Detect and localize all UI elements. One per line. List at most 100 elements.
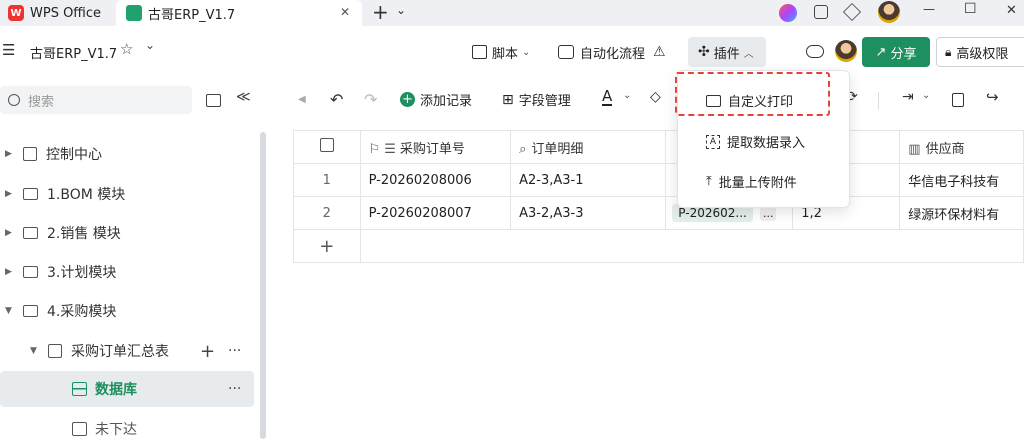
title-bar: W WPS Office 古哥ERP_V1.7 ✕ + ⌄ — ☐ ✕ xyxy=(0,0,1024,26)
cube-icon[interactable] xyxy=(842,2,862,22)
avatar[interactable] xyxy=(878,1,900,23)
field-manage-label: 字段管理 xyxy=(518,94,571,109)
maximize-button[interactable]: ☐ xyxy=(964,1,977,17)
collapse-arrow-icon[interactable]: ▼ xyxy=(30,346,40,356)
collapse-arrow-icon[interactable]: ▼ xyxy=(5,306,15,316)
expand-arrow-icon[interactable]: ▶ xyxy=(5,149,15,159)
list-icon: ☰ xyxy=(384,141,396,157)
cell-supplier[interactable]: 华信电子科技有 xyxy=(899,163,1024,197)
sidebar-item-purchase[interactable]: ▼ 4.采购模块 xyxy=(0,293,260,329)
add-record-button[interactable]: + 添加记录 xyxy=(400,90,472,109)
warning-icon: ⚠ xyxy=(653,44,666,60)
cell-supplier[interactable]: 绿源环保材料有 xyxy=(899,196,1024,230)
redo-icon[interactable]: ↷ xyxy=(364,90,377,109)
chevron-down-icon[interactable]: ⌄ xyxy=(922,90,930,101)
folder-icon xyxy=(23,227,38,239)
add-record-label: 添加记录 xyxy=(420,94,473,109)
grid-table-icon xyxy=(72,422,87,436)
permission-label: 高级权限 xyxy=(956,46,1009,62)
select-all-cell[interactable] xyxy=(293,130,361,164)
puzzle-icon: ✣ xyxy=(698,44,710,60)
expand-arrow-icon[interactable]: ▶ xyxy=(5,228,15,238)
doc-title[interactable]: 古哥ERP_V1.7 xyxy=(30,43,117,62)
close-window-button[interactable]: ✕ xyxy=(1006,3,1017,18)
forward-icon[interactable]: ↪ xyxy=(986,88,999,106)
tab-wps-office[interactable]: W WPS Office xyxy=(0,0,112,26)
fill-color-icon[interactable]: ◇ xyxy=(650,89,661,105)
more-icon[interactable]: ··· xyxy=(228,343,241,359)
cell-detail[interactable]: A2-3,A3-1 xyxy=(510,163,667,197)
add-row-area[interactable] xyxy=(359,229,1024,263)
sidebar-item-control-center[interactable]: ▶ 控制中心 xyxy=(0,136,260,172)
column-header-order-no[interactable]: ⚐ ☰ 采购订单号 xyxy=(359,130,512,164)
menu-item-label: 自定义打印 xyxy=(728,95,794,110)
add-row-button[interactable]: + xyxy=(293,229,361,263)
expand-arrow-icon[interactable]: ▶ xyxy=(5,267,15,277)
add-row[interactable]: + xyxy=(293,229,1024,263)
chevron-down-icon[interactable]: ⌄ xyxy=(623,90,631,101)
column-header-detail[interactable]: ⌕ 订单明细 xyxy=(510,130,667,164)
row-number: 1 xyxy=(293,163,361,197)
script-button[interactable]: 脚本 ⌄ xyxy=(472,38,530,66)
tab-list-chevron-icon[interactable]: ⌄ xyxy=(396,0,406,20)
table-doc-icon xyxy=(48,344,62,358)
view-toolbar: ◀ ↶ ↷ + 添加记录 ⊞ 字段管理 A ⌄ ◇ ⟳ ⇥ ⌄ ↪ xyxy=(280,84,1024,120)
cell-order-no[interactable]: P-20260208007 xyxy=(359,196,512,230)
close-tab-icon[interactable]: ✕ xyxy=(340,5,350,19)
column-header-supplier[interactable]: ▥ 供应商 xyxy=(899,130,1024,164)
share-button[interactable]: ↗ 分享 xyxy=(862,37,930,67)
cloud-icon[interactable] xyxy=(806,45,824,58)
field-manage-button[interactable]: ⊞ 字段管理 xyxy=(502,90,571,110)
wps-logo-icon: W xyxy=(8,5,24,21)
new-tab-button[interactable]: + xyxy=(372,0,389,24)
menu-icon[interactable]: ☰ xyxy=(2,41,15,59)
search-input[interactable]: 搜索 xyxy=(28,91,54,110)
script-icon xyxy=(472,45,487,59)
plugin-dropdown: 自定义打印 A 提取数据录入 ⤒ 批量上传附件 xyxy=(675,70,850,208)
export-icon[interactable]: ⇥ xyxy=(902,89,914,105)
menu-item-custom-print[interactable]: 自定义打印 xyxy=(706,91,793,110)
clipboard-icon[interactable] xyxy=(952,93,964,107)
advanced-permission-button[interactable]: 🔒︎ 高级权限 xyxy=(936,37,1024,67)
window-tile-icon[interactable] xyxy=(814,5,828,19)
search-icon xyxy=(8,94,20,106)
table-row[interactable]: 1 P-20260208006 A2-3,A3-1 2 华信电子科技有 xyxy=(293,163,1024,197)
doc-menu-chevron-icon[interactable]: ⌄ xyxy=(145,38,155,52)
menu-item-extract-data[interactable]: A 提取数据录入 xyxy=(706,132,805,151)
text-color-icon[interactable]: A xyxy=(602,89,613,106)
sidebar-item-planning[interactable]: ▶ 3.计划模块 xyxy=(0,254,260,290)
add-icon[interactable]: + xyxy=(200,341,215,362)
detail-icon: ⌕ xyxy=(519,141,527,157)
script-label: 脚本 xyxy=(492,46,519,62)
search-box[interactable]: 搜索 xyxy=(0,86,192,114)
collapse-sidebar-icon[interactable]: ≪ xyxy=(236,89,251,105)
sidebar-item-sales[interactable]: ▶ 2.销售 模块 xyxy=(0,215,260,251)
cell-detail[interactable]: A3-2,A3-3 xyxy=(510,196,667,230)
sidebar-panel-icon[interactable] xyxy=(206,94,221,107)
more-icon[interactable]: ··· xyxy=(228,381,241,397)
sidebar-item-not-issued[interactable]: 未下达 xyxy=(0,411,260,447)
sidebar-item-label: 未下达 xyxy=(95,422,137,438)
sidebar-item-database[interactable]: 数据库 ··· xyxy=(0,371,254,407)
copilot-icon[interactable] xyxy=(779,4,797,22)
menu-item-label: 提取数据录入 xyxy=(727,136,806,151)
automation-button[interactable]: 自动化流程 ⚠ xyxy=(558,38,666,66)
undo-icon[interactable]: ↶ xyxy=(330,90,343,109)
bar-chart-icon: ▥ xyxy=(908,141,921,157)
sidebar-scrollbar[interactable] xyxy=(260,132,266,439)
sidebar-item-purchase-summary[interactable]: ▼ 采购订单汇总表 + ··· xyxy=(0,333,260,369)
document-icon xyxy=(23,147,37,161)
ocr-icon: A xyxy=(706,134,720,149)
cell-order-no[interactable]: P-20260208006 xyxy=(359,163,512,197)
left-arrow-icon[interactable]: ◀ xyxy=(298,94,306,105)
plugin-button[interactable]: ✣ 插件 ︿ xyxy=(688,37,766,67)
tab-erp[interactable]: 古哥ERP_V1.7 ✕ xyxy=(116,0,362,26)
expand-arrow-icon[interactable]: ▶ xyxy=(5,189,15,199)
collaborator-avatar[interactable] xyxy=(835,40,857,62)
star-icon[interactable]: ☆ xyxy=(120,40,133,58)
table-row[interactable]: 2 P-20260208007 A3-2,A3-3 P-202602... ..… xyxy=(293,196,1024,230)
menu-item-batch-upload[interactable]: ⤒ 批量上传附件 xyxy=(706,172,797,191)
select-all-checkbox[interactable] xyxy=(319,138,334,152)
sidebar-item-bom[interactable]: ▶ 1.BOM 模块 xyxy=(0,176,260,212)
minimize-button[interactable]: — xyxy=(923,2,935,16)
